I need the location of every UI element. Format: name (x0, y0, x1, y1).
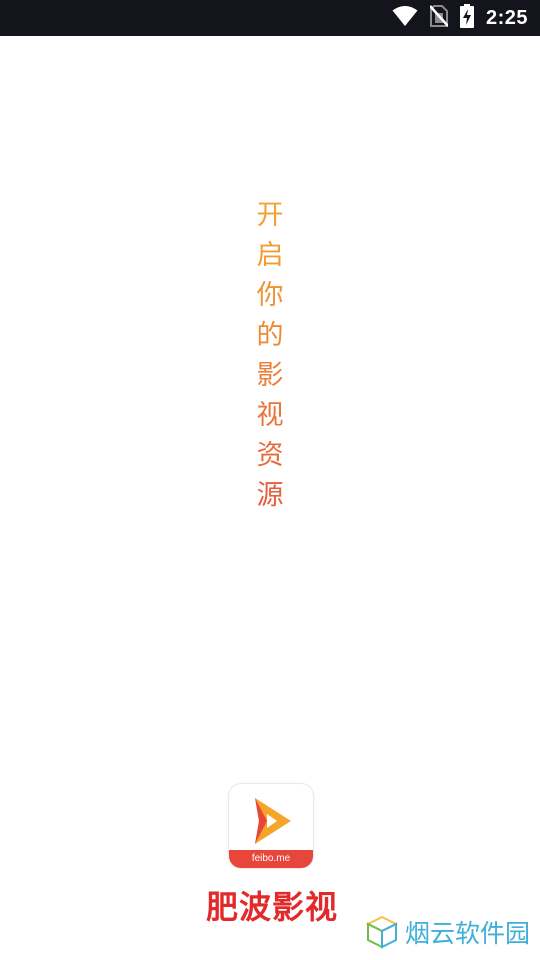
cube-icon (365, 915, 399, 953)
status-bar: 2:25 (0, 0, 540, 36)
watermark: 烟云软件园 (365, 912, 530, 956)
slogan-char: 影 (256, 360, 284, 391)
slogan-char: 源 (256, 480, 284, 511)
logo-domain: feibo.me (251, 853, 291, 864)
slogan-char: 的 (256, 320, 284, 351)
slogan-char: 资 (256, 440, 284, 471)
watermark-text: 烟云软件园 (404, 919, 530, 948)
status-time: 2:25 (485, 6, 528, 29)
slogan-char: 你 (256, 280, 284, 311)
app-name: 肥波影视 (205, 888, 338, 926)
slogan-char: 视 (256, 400, 284, 431)
slogan-char: 启 (256, 240, 284, 271)
no-sim-icon (429, 5, 449, 31)
slogan-char: 开 (256, 200, 284, 231)
status-icons: 2:25 (392, 0, 528, 36)
slogan: 开 启 你 的 影 视 资 源 (248, 196, 292, 516)
wifi-icon (392, 5, 418, 31)
battery-charging-icon (459, 4, 474, 32)
app-logo: feibo.me (229, 784, 313, 868)
